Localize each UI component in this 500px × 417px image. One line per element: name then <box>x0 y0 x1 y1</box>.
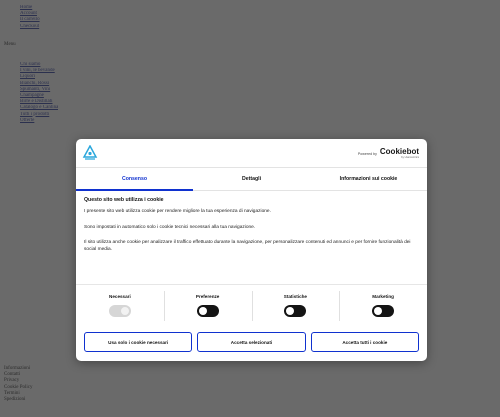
dialog-header: Powered by Cookiebot by Usercentrics <box>76 139 427 168</box>
toggle-marketing: Marketing <box>339 285 427 329</box>
necessari-switch <box>108 305 131 317</box>
marketing-switch[interactable] <box>372 305 395 317</box>
statistiche-switch[interactable] <box>284 305 307 317</box>
necessary-only-button[interactable]: Usa solo i cookie necessari <box>84 332 193 352</box>
powered-by[interactable]: Powered by Cookiebot by Usercentrics <box>357 147 419 160</box>
cookie-consent-dialog: Powered by Cookiebot by Usercentrics Con… <box>76 139 427 361</box>
tab-informazioni[interactable]: Informazioni sui cookie <box>310 168 427 190</box>
toggle-necessari: Necessari <box>76 285 164 329</box>
consent-text[interactable]: Questo sito web utilizza i cookie I pres… <box>84 197 416 267</box>
toggle-statistiche: Statistiche <box>251 285 340 329</box>
consent-paragraph: I presente sito web utilizza cookie per … <box>84 209 271 214</box>
cookiebot-logo: Cookiebot by Usercentrics <box>379 147 419 160</box>
text-fade <box>84 251 416 267</box>
preferenze-switch[interactable] <box>196 305 219 317</box>
tab-dettagli[interactable]: Dettagli <box>193 168 310 190</box>
consent-toggles: Necessari Preferenze Statistiche Marketi… <box>76 284 427 329</box>
dialog-buttons: Usa solo i cookie necessari Accetta sele… <box>84 332 419 352</box>
consent-heading: Questo sito web utilizza i cookie <box>84 197 164 203</box>
dialog-tabs: Consenso Dettagli Informazioni sui cooki… <box>76 168 427 191</box>
accept-all-button[interactable]: Accetta tutti i cookie <box>310 332 419 352</box>
site-logo-icon <box>82 145 98 160</box>
accept-selected-button[interactable]: Accetta selezionati <box>197 332 306 352</box>
consent-paragraph: Sono impostati in automatico solo i cook… <box>84 224 256 230</box>
tab-consenso[interactable]: Consenso <box>76 168 193 191</box>
toggle-preferenze: Preferenze <box>163 285 252 329</box>
powered-by-label: Powered by <box>357 151 377 156</box>
